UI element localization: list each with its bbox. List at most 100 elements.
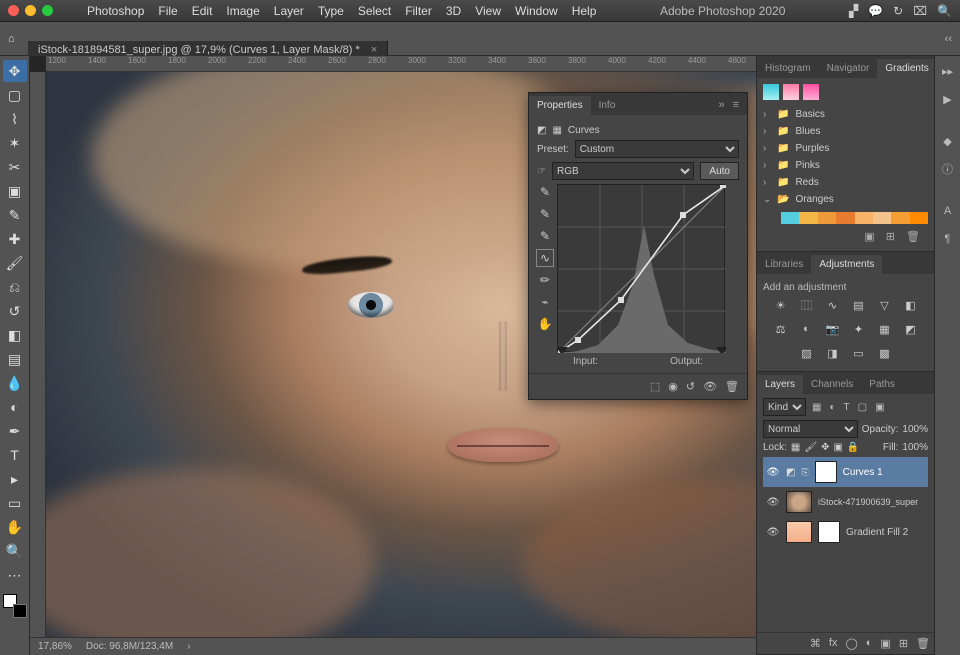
layer-row-gradientfill[interactable]: 👁 Gradient Fill 2 [763, 517, 928, 547]
move-tool[interactable]: ✥ [3, 60, 27, 82]
dock-paragraph-icon[interactable]: ¶ [939, 230, 957, 248]
dock-info-icon[interactable]: ⓘ [939, 160, 957, 178]
smooth-curve-icon[interactable]: ⌁ [537, 294, 553, 310]
gradient-folder-oranges[interactable]: ⌄📂Oranges [763, 191, 928, 208]
blend-mode-select[interactable]: Normal [763, 420, 858, 438]
toggle-visibility-icon[interactable]: 👁 [703, 380, 717, 393]
menu-help[interactable]: Help [572, 4, 597, 18]
doc-size-readout[interactable]: Doc: 96,8M/123,4M [86, 641, 173, 652]
tab-channels[interactable]: Channels [803, 375, 861, 394]
menu-image[interactable]: Image [226, 4, 259, 18]
zoom-window-icon[interactable] [42, 5, 53, 16]
tab-navigator[interactable]: Navigator [819, 59, 878, 78]
menu-3d[interactable]: 3D [446, 4, 461, 18]
pen-tool[interactable]: ✒ [3, 420, 27, 442]
tab-paths[interactable]: Paths [861, 375, 903, 394]
layer-mask-thumb[interactable] [815, 461, 837, 483]
hand-icon[interactable]: ✋ [537, 316, 553, 332]
eyedropper-black-icon[interactable]: ✎ [537, 184, 553, 200]
status-chevron-icon[interactable]: › [187, 641, 190, 652]
layer-name[interactable]: Gradient Fill 2 [846, 527, 908, 538]
lock-position-icon[interactable]: ✥ [821, 442, 829, 453]
clip-to-layer-icon[interactable]: ⬚ [650, 380, 660, 393]
lock-all-icon[interactable]: 🔒 [847, 442, 859, 453]
sync-icon[interactable]: ↻ [893, 4, 903, 18]
layer-row-curves[interactable]: 👁 ◩ ⎘ Curves 1 [763, 457, 928, 487]
dock-expand-icon[interactable]: ▸▸ [939, 62, 957, 80]
hue-sat-icon[interactable]: ◧ [902, 297, 920, 313]
black-white-icon[interactable]: ◐ [798, 321, 816, 337]
eyedropper-tool[interactable]: ✎ [3, 204, 27, 226]
gradient-folder-reds[interactable]: ›📁Reds [763, 174, 928, 191]
opacity-value[interactable]: 100% [902, 424, 928, 435]
fill-value[interactable]: 100% [902, 442, 928, 453]
gradient-swatch[interactable] [803, 84, 819, 100]
oranges-gradient-strip[interactable] [781, 212, 928, 224]
channel-select[interactable]: RGB [552, 162, 694, 180]
color-lookup-icon[interactable]: ▦ [876, 321, 894, 337]
brush-tool[interactable]: 🖌 [3, 252, 27, 274]
new-layer-icon[interactable]: ⊞ [899, 637, 908, 650]
reset-icon[interactable]: ↺ [686, 380, 695, 393]
ruler-vertical[interactable] [30, 72, 46, 637]
gradient-folder-blues[interactable]: ›📁Blues [763, 123, 928, 140]
dodge-tool[interactable]: ◐ [3, 396, 27, 418]
eraser-tool[interactable]: ◧ [3, 324, 27, 346]
layer-visibility-icon[interactable]: 👁 [766, 527, 780, 538]
threshold-icon[interactable]: ◨ [824, 345, 842, 361]
menu-view[interactable]: View [475, 4, 501, 18]
frame-tool[interactable]: ▣ [3, 180, 27, 202]
tab-properties[interactable]: Properties [529, 96, 591, 115]
auto-button[interactable]: Auto [700, 162, 739, 180]
blur-tool[interactable]: 💧 [3, 372, 27, 394]
view-previous-state-icon[interactable]: ◉ [668, 380, 678, 393]
layer-row-image[interactable]: 👁 iStock-471900639_super [763, 487, 928, 517]
zoom-readout[interactable]: 17,86% [38, 641, 72, 652]
gradient-folder-purples[interactable]: ›📁Purples [763, 140, 928, 157]
filter-type-icon[interactable]: T [842, 402, 852, 413]
search-icon[interactable]: 🔍 [937, 4, 952, 18]
curve-pencil-tool-icon[interactable]: ✏ [537, 272, 553, 288]
photo-filter-icon[interactable]: 📷 [824, 321, 842, 337]
target-adjustment-icon[interactable]: ☞ [537, 166, 546, 177]
invert-icon[interactable]: ◩ [902, 321, 920, 337]
color-balance-icon[interactable]: ⚖ [772, 321, 790, 337]
filter-pixel-icon[interactable]: ▦ [810, 402, 823, 413]
menu-edit[interactable]: Edit [192, 4, 213, 18]
layer-thumb[interactable] [786, 491, 812, 513]
lock-artboard-icon[interactable]: ▣ [833, 442, 842, 453]
levels-icon[interactable]: ⿲ [798, 297, 816, 313]
gradient-map-icon[interactable]: ▭ [850, 345, 868, 361]
new-group-icon[interactable]: ▣ [880, 637, 890, 650]
gradient-folder-basics[interactable]: ›📁Basics [763, 106, 928, 123]
menu-photoshop[interactable]: Photoshop [87, 4, 144, 18]
selective-color-icon[interactable]: ▩ [876, 345, 894, 361]
curves-graph[interactable] [557, 184, 725, 352]
layer-mask-thumb[interactable] [818, 521, 840, 543]
lasso-tool[interactable]: ⌇ [3, 108, 27, 130]
panel-collapse-icon[interactable]: » [714, 95, 728, 115]
layer-style-icon[interactable]: fx [829, 637, 838, 650]
eyedropper-white-icon[interactable]: ✎ [537, 228, 553, 244]
delete-adjustment-icon[interactable]: 🗑 [725, 380, 739, 393]
type-tool[interactable]: T [3, 444, 27, 466]
healing-tool[interactable]: ✚ [3, 228, 27, 250]
color-swatches[interactable] [3, 594, 27, 618]
filter-smart-icon[interactable]: ▣ [873, 402, 886, 413]
lock-transparency-icon[interactable]: ▦ [791, 442, 800, 453]
layer-name[interactable]: Curves 1 [843, 467, 883, 478]
path-select-tool[interactable]: ▸ [3, 468, 27, 490]
chat-icon[interactable]: 💬 [868, 4, 883, 18]
layer-mask-icon[interactable]: ▦ [552, 125, 561, 136]
edit-toolbar-icon[interactable]: ⋯ [3, 564, 27, 586]
window-traffic-lights[interactable] [8, 5, 53, 16]
filter-adjustment-icon[interactable]: ◐ [827, 402, 837, 413]
tab-info[interactable]: Info [591, 96, 624, 115]
link-layers-icon[interactable]: ⌘ [810, 637, 821, 650]
dock-color-icon[interactable]: ◆ [939, 132, 957, 150]
layer-visibility-icon[interactable]: 👁 [766, 467, 780, 478]
channel-mixer-icon[interactable]: ✦ [850, 321, 868, 337]
new-adjustment-layer-icon[interactable]: ◐ [866, 637, 873, 650]
menu-type[interactable]: Type [318, 4, 344, 18]
delete-layer-icon[interactable]: 🗑 [916, 637, 930, 650]
